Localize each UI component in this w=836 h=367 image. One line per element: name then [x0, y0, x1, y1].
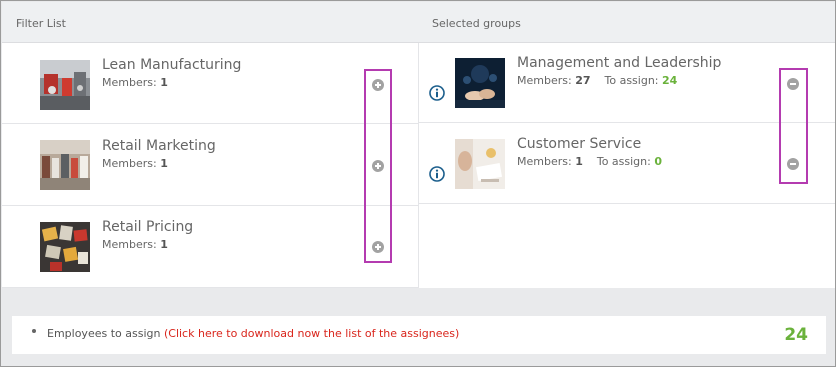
footer-spacer: [2, 288, 835, 306]
group-members: Members: 1: [102, 76, 168, 89]
groups-body: Lean Manufacturing Members: 1 Retail Mar…: [2, 43, 835, 288]
employees-to-assign-text: Employees to assign (Click here to downl…: [47, 327, 460, 340]
filter-list-item: Retail Marketing Members: 1: [2, 125, 418, 206]
remove-buttons-highlight: [779, 68, 808, 184]
bullet-dot: [32, 329, 36, 333]
group-members: Members: 1 To assign: 0: [517, 155, 662, 168]
group-name: Lean Manufacturing: [102, 57, 242, 73]
assign-summary: Employees to assign (Click here to downl…: [12, 316, 826, 354]
panel-header: Filter List Selected groups: [2, 2, 835, 43]
group-name: Retail Pricing: [102, 219, 194, 235]
group-members: Members: 1: [102, 238, 168, 251]
filter-list-heading: Filter List: [16, 17, 66, 30]
store-thumbnail: [40, 140, 90, 190]
filter-list-item: Retail Pricing Members: 1: [2, 207, 418, 288]
group-name: Management and Leadership: [517, 55, 722, 71]
office-thumbnail: [455, 139, 505, 189]
price-tags-thumbnail: [40, 222, 90, 272]
selected-groups-heading: Selected groups: [432, 17, 521, 30]
download-assignees-link[interactable]: (Click here to download now the list of …: [164, 327, 459, 340]
filter-list-item: Lean Manufacturing Members: 1: [2, 43, 418, 124]
group-members: Members: 1: [102, 157, 168, 170]
info-icon[interactable]: [429, 166, 445, 182]
meeting-thumbnail: [455, 58, 505, 108]
factory-thumbnail: [40, 60, 90, 110]
selected-group-item: Management and Leadership Members: 27 To…: [419, 43, 835, 123]
info-icon[interactable]: [429, 85, 445, 101]
assign-count: 24: [784, 325, 808, 345]
group-name: Retail Marketing: [102, 138, 216, 154]
add-buttons-highlight: [364, 69, 392, 263]
group-name: Customer Service: [517, 136, 642, 152]
selected-group-item: Customer Service Members: 1 To assign: 0: [419, 124, 835, 204]
assign-groups-panel: Filter List Selected groups Lean Manufac…: [0, 0, 836, 367]
group-members: Members: 27 To assign: 24: [517, 74, 678, 87]
